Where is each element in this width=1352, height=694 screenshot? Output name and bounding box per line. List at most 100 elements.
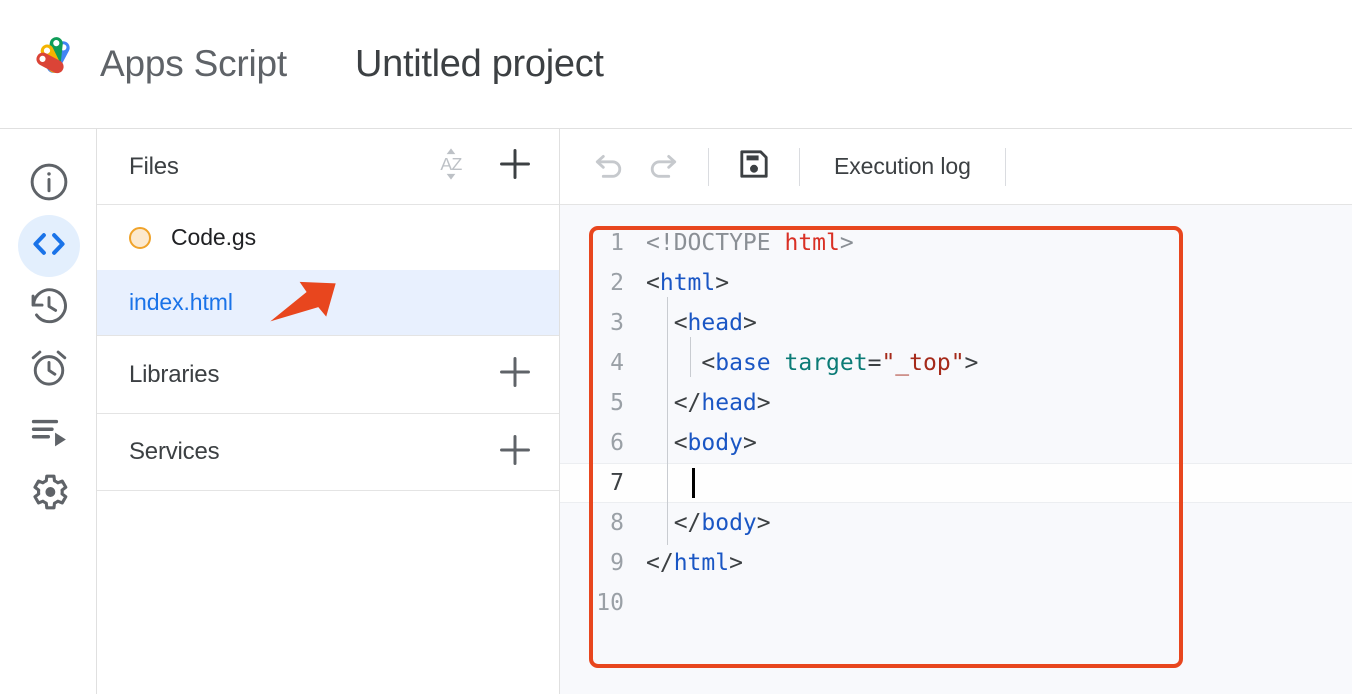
code-token: > [715, 270, 730, 296]
apps-script-window: Apps Script Untitled project Files AZ Co… [0, 0, 1352, 694]
line-number: 7 [610, 470, 624, 496]
executions-icon [27, 408, 71, 457]
brand-name: Apps Script [100, 43, 287, 84]
code-token: target [784, 350, 868, 376]
code-token: </ [646, 390, 702, 416]
sort-az-icon: AZ [431, 144, 471, 189]
apps-script-logo [26, 36, 82, 92]
code-text[interactable]: </html> [638, 543, 743, 583]
brand[interactable]: Apps Script [26, 36, 287, 92]
code-text[interactable]: </head> [638, 383, 771, 423]
code-line[interactable]: 10 [560, 583, 1352, 623]
code-token: head [687, 310, 743, 336]
services-section[interactable]: Services [97, 413, 559, 491]
redo-button[interactable] [636, 140, 690, 194]
services-label: Services [129, 438, 220, 465]
sidebar-item-project-settings[interactable] [0, 463, 97, 525]
code-token: "_top" [881, 350, 965, 376]
code-token: head [701, 390, 757, 416]
code-token: body [701, 510, 757, 536]
line-number: 2 [610, 270, 624, 296]
execution-log-button[interactable]: Execution log [818, 153, 987, 180]
code-token: > [742, 310, 757, 336]
code-line[interactable]: 6 <body> [560, 423, 1352, 463]
left-nav-rail [0, 129, 97, 694]
text-cursor [692, 468, 695, 498]
line-number: 8 [610, 510, 624, 536]
add-library-button[interactable] [489, 349, 541, 401]
editor-pane: Execution log 1 <!DOCTYPE html> 2 <html> 3 <… [560, 129, 1352, 694]
code-token: </ [646, 550, 674, 576]
sidebar-item-overview[interactable] [0, 153, 97, 215]
code-token: < [646, 270, 660, 296]
sort-az-button[interactable]: AZ [425, 141, 477, 193]
sidebar-item-triggers[interactable] [0, 339, 97, 401]
plus-icon [494, 143, 536, 190]
code-token: > [964, 350, 979, 376]
code-icon [27, 222, 71, 271]
line-number: 1 [610, 230, 624, 256]
undo-button[interactable] [582, 140, 636, 194]
code-line[interactable]: 7 [560, 463, 1352, 503]
sidebar-item-executions[interactable] [0, 401, 97, 463]
sidebar-item-editor[interactable] [0, 215, 97, 277]
indent-guide [690, 337, 691, 377]
code-line[interactable]: 1 <!DOCTYPE html> [560, 223, 1352, 263]
code-line[interactable]: 9 </html> [560, 543, 1352, 583]
code-token: > [756, 390, 771, 416]
line-number: 5 [610, 390, 624, 416]
code-token: > [729, 550, 743, 576]
line-number: 3 [610, 310, 624, 336]
files-panel-header: Files AZ [97, 129, 559, 205]
code-token: > [839, 230, 854, 256]
code-text[interactable]: <html> [638, 263, 729, 303]
file-name: index.html [129, 289, 233, 315]
code-line[interactable]: 4 <base target="_top"> [560, 343, 1352, 383]
plus-icon [494, 351, 536, 398]
code-token: = [867, 350, 882, 376]
code-token: html [784, 230, 840, 256]
line-number: 6 [610, 430, 624, 456]
code-token: <!DOCTYPE [646, 230, 785, 256]
code-token: </ [646, 510, 702, 536]
undo-icon [590, 145, 628, 188]
files-panel: Files AZ Code.gs index.html Libraries Se… [97, 129, 560, 694]
code-text[interactable]: <head> [638, 303, 757, 343]
code-line[interactable]: 8 </body> [560, 503, 1352, 543]
line-number: 4 [610, 350, 624, 376]
code-token: > [742, 430, 757, 456]
file-item-index-html[interactable]: index.html [97, 270, 559, 335]
add-file-button[interactable] [489, 141, 541, 193]
save-floppy-icon [735, 145, 773, 188]
code-token: html [659, 270, 716, 296]
save-button[interactable] [727, 140, 781, 194]
code-token: base [715, 350, 771, 376]
code-text[interactable]: <body> [638, 423, 757, 463]
libraries-section[interactable]: Libraries [97, 335, 559, 413]
code-line[interactable]: 5 </head> [560, 383, 1352, 423]
line-number: 9 [610, 550, 624, 576]
code-token: > [756, 510, 771, 536]
file-item-code-gs[interactable]: Code.gs [97, 205, 559, 270]
code-editor[interactable]: 1 <!DOCTYPE html> 2 <html> 3 <head> 4 <base t… [560, 205, 1352, 694]
code-lines[interactable]: 1 <!DOCTYPE html> 2 <html> 3 <head> 4 <base t… [560, 223, 1352, 623]
app-header: Apps Script Untitled project [0, 0, 1352, 129]
toolbar-divider [708, 147, 709, 186]
indent-guide [667, 297, 668, 545]
svg-text:AZ: AZ [440, 154, 462, 174]
code-text[interactable] [638, 463, 701, 503]
project-title[interactable]: Untitled project [355, 43, 604, 86]
code-text[interactable]: </body> [638, 503, 771, 543]
orange-circle-icon [129, 226, 151, 249]
history-icon [27, 284, 71, 333]
code-line[interactable]: 2 <html> [560, 263, 1352, 303]
toolbar-divider [799, 147, 800, 186]
code-line[interactable]: 3 <head> [560, 303, 1352, 343]
sidebar-item-project-history[interactable] [0, 277, 97, 339]
code-token: html [673, 550, 730, 576]
add-service-button[interactable] [489, 426, 541, 478]
code-text[interactable]: <!DOCTYPE html> [638, 223, 854, 263]
libraries-label: Libraries [129, 360, 220, 388]
code-token: < [646, 350, 716, 376]
